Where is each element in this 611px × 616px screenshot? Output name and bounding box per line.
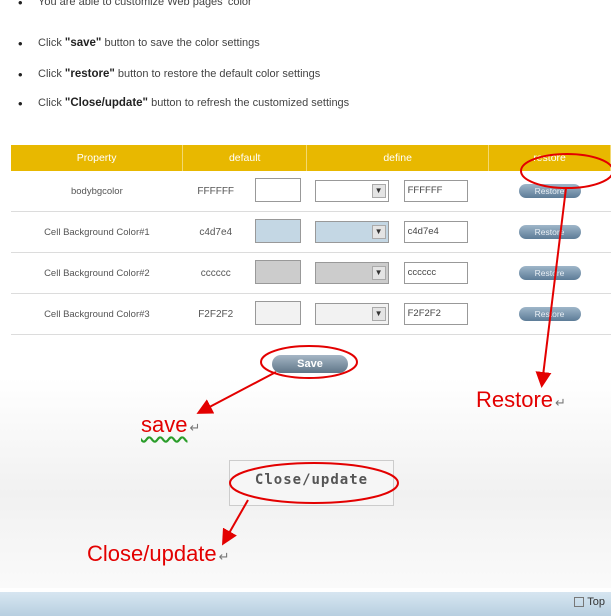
save-arrow [196, 371, 277, 414]
close-update-annotation: Close/update ↵ [87, 541, 230, 567]
restore-highlight-ellipse [520, 153, 611, 189]
return-mark-icon: ↵ [189, 420, 201, 435]
save-annotation: save ↵ [141, 412, 200, 438]
restore-arrow [535, 187, 567, 388]
restore-annotation-text: Restore [476, 387, 554, 412]
restore-annotation: Restore ↵ [476, 387, 566, 413]
close-update-annotation-text: Close/update [87, 541, 217, 566]
return-mark-icon: ↵ [555, 395, 566, 410]
close-update-highlight-ellipse [229, 462, 399, 504]
annotation-overlay [196, 153, 611, 546]
close-update-arrow [222, 499, 249, 546]
save-annotation-text: save [141, 412, 188, 437]
return-mark-icon: ↵ [218, 549, 230, 564]
